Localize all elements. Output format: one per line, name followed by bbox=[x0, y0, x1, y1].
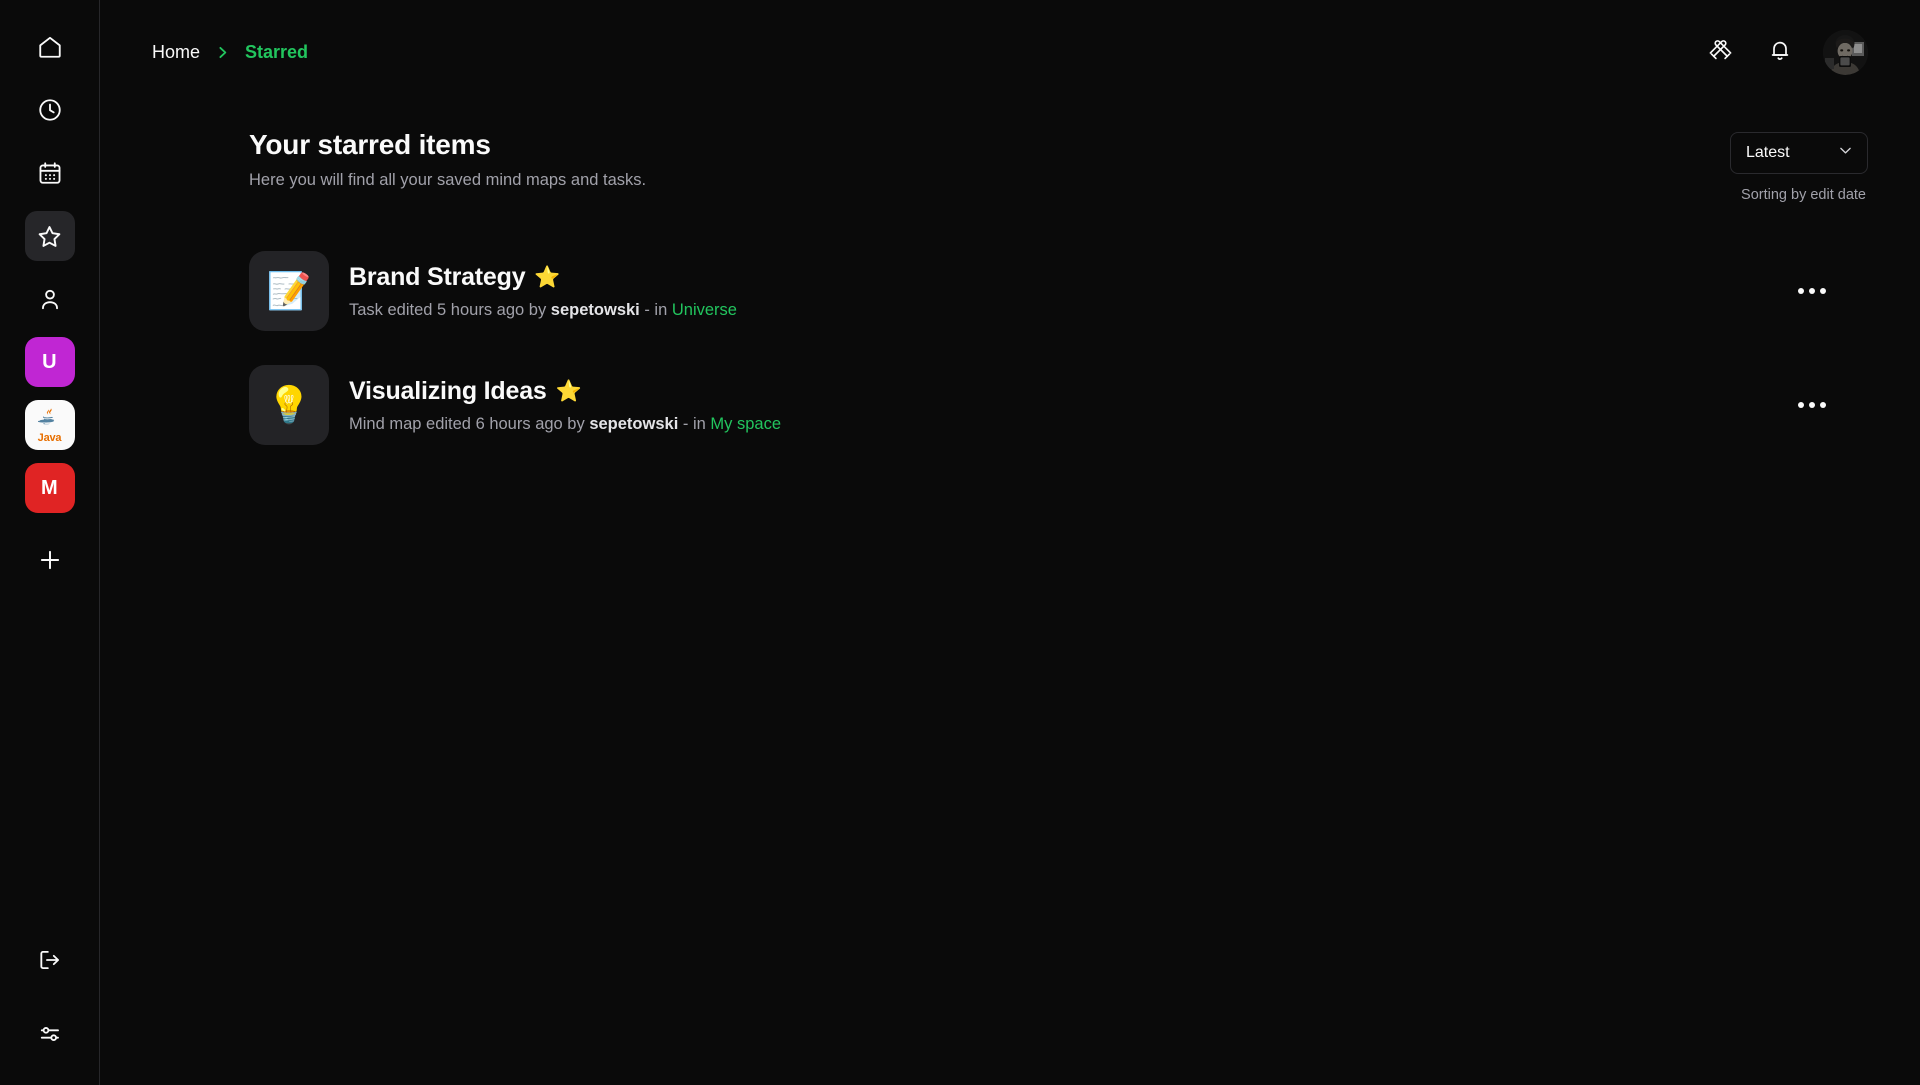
logout-button[interactable] bbox=[25, 935, 75, 985]
sort-select[interactable]: Latest bbox=[1730, 132, 1868, 174]
add-workspace-button[interactable] bbox=[25, 537, 75, 587]
dot bbox=[1798, 402, 1804, 408]
dot bbox=[1798, 288, 1804, 294]
list-item-body: Brand Strategy ⭐ Task edited 5 hours ago… bbox=[349, 263, 737, 320]
main-area: Home Starred Your starred items Here you… bbox=[100, 0, 1920, 1085]
workspace-label: Java bbox=[37, 431, 62, 444]
page-header: Your starred items Here you will find al… bbox=[166, 128, 1868, 203]
list-item-body: Visualizing Ideas ⭐ Mind map edited 6 ho… bbox=[349, 377, 781, 434]
notifications-button[interactable] bbox=[1763, 35, 1797, 69]
sidebar-nav-top: U Java M bbox=[24, 22, 75, 587]
item-emoji: 📝 bbox=[266, 270, 312, 311]
sort-select-value: Latest bbox=[1746, 144, 1790, 161]
workspace-tile-java[interactable]: Java bbox=[24, 400, 75, 450]
workspace-label: U bbox=[42, 350, 57, 373]
star-icon bbox=[36, 223, 63, 250]
chevron-down-icon bbox=[1837, 142, 1854, 164]
home-icon bbox=[37, 34, 63, 60]
page-title: Your starred items bbox=[249, 129, 491, 160]
user-icon bbox=[37, 286, 63, 312]
meta-author: sepetowski bbox=[589, 414, 679, 433]
meta-space-link[interactable]: My space bbox=[710, 415, 781, 433]
page-content: Your starred items Here you will find al… bbox=[100, 104, 1920, 1085]
list-item-title-row: Visualizing Ideas ⭐ bbox=[349, 377, 781, 406]
lightbulb-icon: 💡 bbox=[249, 365, 329, 445]
list-item[interactable]: 📝 Brand Strategy ⭐ Task edited 5 hours a… bbox=[249, 251, 1868, 331]
page-header-text: Your starred items Here you will find al… bbox=[166, 128, 646, 190]
user-avatar[interactable] bbox=[1823, 29, 1868, 75]
dot bbox=[1820, 402, 1826, 408]
logout-icon bbox=[37, 947, 63, 973]
meta-author: sepetowski bbox=[550, 300, 640, 319]
list-item-title: Brand Strategy bbox=[349, 262, 526, 291]
clock-icon bbox=[37, 97, 63, 123]
app-root: U Java M Home Starred Your starred items… bbox=[0, 0, 1920, 1085]
meta-space-link[interactable]: Universe bbox=[672, 301, 737, 319]
sidebar-item-calendar[interactable] bbox=[25, 148, 75, 198]
item-emoji: 💡 bbox=[266, 384, 312, 425]
workspace-tile-m[interactable]: M bbox=[24, 463, 75, 513]
sidebar-item-home[interactable] bbox=[25, 22, 75, 72]
sort-controls: Latest Sorting by edit date bbox=[1730, 128, 1868, 203]
list-item[interactable]: 💡 Visualizing Ideas ⭐ Mind map edited 6 … bbox=[249, 365, 1868, 445]
list-item-meta: Mind map edited 6 hours ago by sepetowsk… bbox=[349, 415, 781, 434]
meta-middle: - in bbox=[639, 300, 672, 319]
plus-icon bbox=[37, 547, 63, 578]
workspace-tile-u[interactable]: U bbox=[24, 337, 75, 387]
sidebar-item-profile[interactable] bbox=[25, 274, 75, 324]
sliders-icon bbox=[37, 1021, 63, 1047]
avatar-photo bbox=[1823, 29, 1868, 75]
sidebar-item-recent[interactable] bbox=[25, 85, 75, 135]
star-badge-icon: ⭐ bbox=[555, 379, 582, 403]
starred-item-list: 📝 Brand Strategy ⭐ Task edited 5 hours a… bbox=[166, 251, 1868, 445]
crossed-pens-icon bbox=[1708, 37, 1733, 67]
topbar-actions bbox=[1703, 29, 1868, 75]
breadcrumb: Home Starred bbox=[152, 42, 308, 63]
meta-prefix: Task edited 5 hours ago by bbox=[349, 300, 551, 319]
design-tools-button[interactable] bbox=[1703, 35, 1737, 69]
calendar-icon bbox=[37, 160, 63, 186]
breadcrumb-home[interactable]: Home bbox=[152, 42, 200, 63]
sort-note: Sorting by edit date bbox=[1741, 187, 1866, 203]
chevron-right-icon bbox=[214, 44, 231, 61]
page-subtitle: Here you will find all your saved mind m… bbox=[249, 170, 647, 189]
dot bbox=[1820, 288, 1826, 294]
meta-prefix: Mind map edited 6 hours ago by bbox=[349, 414, 590, 433]
memo-icon: 📝 bbox=[249, 251, 329, 331]
java-cup-icon bbox=[37, 407, 62, 433]
star-badge-icon: ⭐ bbox=[534, 265, 561, 289]
bell-icon bbox=[1768, 38, 1792, 67]
sidebar: U Java M bbox=[0, 0, 100, 1085]
settings-button[interactable] bbox=[25, 1009, 75, 1059]
list-item-title: Visualizing Ideas bbox=[349, 376, 547, 405]
topbar: Home Starred bbox=[100, 0, 1920, 104]
workspace-label: M bbox=[41, 476, 58, 499]
list-item-meta: Task edited 5 hours ago by sepetowski - … bbox=[349, 301, 737, 320]
list-item-title-row: Brand Strategy ⭐ bbox=[349, 263, 737, 292]
list-item-menu-button[interactable] bbox=[1788, 383, 1836, 427]
sidebar-item-starred[interactable] bbox=[24, 211, 75, 261]
list-item-menu-button[interactable] bbox=[1788, 269, 1836, 313]
dot bbox=[1809, 402, 1815, 408]
dot bbox=[1809, 288, 1815, 294]
sidebar-nav-bottom bbox=[25, 935, 75, 1059]
meta-middle: - in bbox=[678, 414, 711, 433]
breadcrumb-current[interactable]: Starred bbox=[245, 42, 308, 63]
